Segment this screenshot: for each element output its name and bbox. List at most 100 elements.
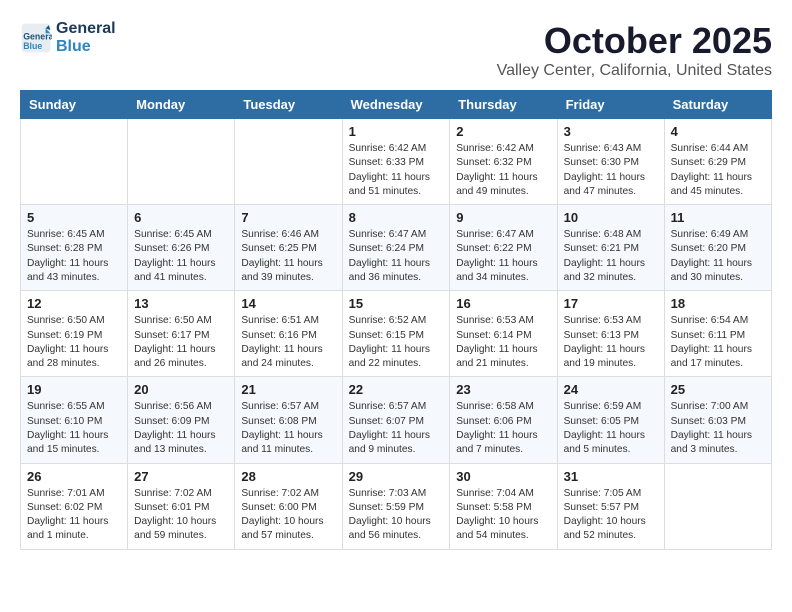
- day-info: Sunrise: 6:47 AM Sunset: 6:24 PM Dayligh…: [349, 228, 444, 285]
- day-info: Sunrise: 6:57 AM Sunset: 6:08 PM Dayligh…: [241, 400, 335, 457]
- calendar-cell: 15 Sunrise: 6:52 AM Sunset: 6:15 PM Dayli…: [342, 291, 450, 377]
- calendar-week-row: 26 Sunrise: 7:01 AM Sunset: 6:02 PM Dayli…: [21, 463, 772, 549]
- calendar-cell: 28Sunrise: 7:02 AM Sunset: 6:00 PM Dayli…: [235, 463, 342, 549]
- day-number: 30: [456, 469, 550, 484]
- day-info: Sunrise: 6:54 AM Sunset: 6:11 PM Dayligh…: [671, 314, 765, 371]
- calendar-cell: 2 Sunrise: 6:42 AM Sunset: 6:32 PM Daylig…: [450, 119, 557, 205]
- day-number: 21: [241, 382, 335, 397]
- calendar-cell: 18Sunrise: 6:54 AM Sunset: 6:11 PM Dayli…: [664, 291, 771, 377]
- day-info: Sunrise: 6:53 AM Sunset: 6:14 PM Dayligh…: [456, 314, 550, 371]
- day-number: 24: [564, 382, 658, 397]
- month-title: October 2025: [497, 20, 772, 62]
- calendar-cell: 20 Sunrise: 6:56 AM Sunset: 6:09 PM Dayli…: [128, 377, 235, 463]
- day-info: Sunrise: 6:47 AM Sunset: 6:22 PM Dayligh…: [456, 228, 550, 285]
- weekday-header: Monday: [128, 91, 235, 119]
- calendar-cell: 16 Sunrise: 6:53 AM Sunset: 6:14 PM Dayli…: [450, 291, 557, 377]
- day-info: Sunrise: 6:59 AM Sunset: 6:05 PM Dayligh…: [564, 400, 658, 457]
- calendar-cell: 26 Sunrise: 7:01 AM Sunset: 6:02 PM Dayli…: [21, 463, 128, 549]
- title-block: October 2025 Valley Center, California, …: [497, 20, 772, 80]
- calendar-cell: 13 Sunrise: 6:50 AM Sunset: 6:17 PM Dayli…: [128, 291, 235, 377]
- logo-line1: General: [56, 20, 116, 38]
- calendar-cell: [235, 119, 342, 205]
- svg-text:Blue: Blue: [23, 41, 42, 51]
- day-number: 19: [27, 382, 121, 397]
- weekday-header: Sunday: [21, 91, 128, 119]
- day-info: Sunrise: 6:58 AM Sunset: 6:06 PM Dayligh…: [456, 400, 550, 457]
- calendar-cell: [21, 119, 128, 205]
- day-number: 10: [564, 210, 658, 225]
- day-info: Sunrise: 6:57 AM Sunset: 6:07 PM Dayligh…: [349, 400, 444, 457]
- calendar-cell: [128, 119, 235, 205]
- day-info: Sunrise: 6:53 AM Sunset: 6:13 PM Dayligh…: [564, 314, 658, 371]
- calendar-cell: [664, 463, 771, 549]
- weekday-header: Wednesday: [342, 91, 450, 119]
- calendar-cell: 5 Sunrise: 6:45 AM Sunset: 6:28 PM Daylig…: [21, 205, 128, 291]
- calendar-cell: 14 Sunrise: 6:51 AM Sunset: 6:16 PM Dayli…: [235, 291, 342, 377]
- calendar-week-row: 12Sunrise: 6:50 AM Sunset: 6:19 PM Dayli…: [21, 291, 772, 377]
- calendar-cell: 7 Sunrise: 6:46 AM Sunset: 6:25 PM Daylig…: [235, 205, 342, 291]
- calendar-cell: 23Sunrise: 6:58 AM Sunset: 6:06 PM Dayli…: [450, 377, 557, 463]
- day-info: Sunrise: 7:00 AM Sunset: 6:03 PM Dayligh…: [671, 400, 765, 457]
- calendar-cell: 12Sunrise: 6:50 AM Sunset: 6:19 PM Dayli…: [21, 291, 128, 377]
- day-info: Sunrise: 6:52 AM Sunset: 6:15 PM Dayligh…: [349, 314, 444, 371]
- day-info: Sunrise: 6:55 AM Sunset: 6:10 PM Dayligh…: [27, 400, 121, 457]
- logo-line2: Blue: [56, 38, 116, 56]
- day-number: 22: [349, 382, 444, 397]
- day-info: Sunrise: 6:48 AM Sunset: 6:21 PM Dayligh…: [564, 228, 658, 285]
- day-number: 15: [349, 296, 444, 311]
- calendar-cell: 11Sunrise: 6:49 AM Sunset: 6:20 PM Dayli…: [664, 205, 771, 291]
- day-info: Sunrise: 6:56 AM Sunset: 6:09 PM Dayligh…: [134, 400, 228, 457]
- weekday-header: Tuesday: [235, 91, 342, 119]
- calendar-cell: 27 Sunrise: 7:02 AM Sunset: 6:01 PM Dayli…: [128, 463, 235, 549]
- calendar-cell: 1Sunrise: 6:42 AM Sunset: 6:33 PM Daylig…: [342, 119, 450, 205]
- day-number: 16: [456, 296, 550, 311]
- day-info: Sunrise: 6:50 AM Sunset: 6:19 PM Dayligh…: [27, 314, 121, 371]
- day-number: 28: [241, 469, 335, 484]
- day-number: 1: [349, 124, 444, 139]
- calendar: SundayMondayTuesdayWednesdayThursdayFrid…: [20, 90, 772, 550]
- day-info: Sunrise: 7:05 AM Sunset: 5:57 PM Dayligh…: [564, 487, 658, 544]
- day-number: 17: [564, 296, 658, 311]
- calendar-cell: 17 Sunrise: 6:53 AM Sunset: 6:13 PM Dayli…: [557, 291, 664, 377]
- calendar-week-row: 19 Sunrise: 6:55 AM Sunset: 6:10 PM Dayli…: [21, 377, 772, 463]
- day-info: Sunrise: 6:51 AM Sunset: 6:16 PM Dayligh…: [241, 314, 335, 371]
- day-info: Sunrise: 6:50 AM Sunset: 6:17 PM Dayligh…: [134, 314, 228, 371]
- day-number: 27: [134, 469, 228, 484]
- logo: General Blue General Blue: [20, 20, 116, 55]
- day-number: 2: [456, 124, 550, 139]
- day-info: Sunrise: 6:44 AM Sunset: 6:29 PM Dayligh…: [671, 142, 765, 199]
- weekday-header: Saturday: [664, 91, 771, 119]
- day-number: 3: [564, 124, 658, 139]
- logo-icon: General Blue: [20, 22, 52, 54]
- day-number: 5: [27, 210, 121, 225]
- calendar-cell: 21 Sunrise: 6:57 AM Sunset: 6:08 PM Dayli…: [235, 377, 342, 463]
- calendar-week-row: 1Sunrise: 6:42 AM Sunset: 6:33 PM Daylig…: [21, 119, 772, 205]
- calendar-cell: 4 Sunrise: 6:44 AM Sunset: 6:29 PM Daylig…: [664, 119, 771, 205]
- day-number: 31: [564, 469, 658, 484]
- day-number: 6: [134, 210, 228, 225]
- calendar-cell: 3Sunrise: 6:43 AM Sunset: 6:30 PM Daylig…: [557, 119, 664, 205]
- day-info: Sunrise: 7:02 AM Sunset: 6:01 PM Dayligh…: [134, 487, 228, 544]
- day-number: 7: [241, 210, 335, 225]
- calendar-cell: 9 Sunrise: 6:47 AM Sunset: 6:22 PM Daylig…: [450, 205, 557, 291]
- day-info: Sunrise: 6:45 AM Sunset: 6:28 PM Dayligh…: [27, 228, 121, 285]
- day-number: 26: [27, 469, 121, 484]
- calendar-week-row: 5 Sunrise: 6:45 AM Sunset: 6:28 PM Daylig…: [21, 205, 772, 291]
- location-title: Valley Center, California, United States: [497, 62, 772, 80]
- day-info: Sunrise: 6:46 AM Sunset: 6:25 PM Dayligh…: [241, 228, 335, 285]
- day-number: 25: [671, 382, 765, 397]
- day-number: 13: [134, 296, 228, 311]
- weekday-header: Thursday: [450, 91, 557, 119]
- calendar-cell: 8Sunrise: 6:47 AM Sunset: 6:24 PM Daylig…: [342, 205, 450, 291]
- day-number: 29: [349, 469, 444, 484]
- day-number: 20: [134, 382, 228, 397]
- calendar-cell: 6 Sunrise: 6:45 AM Sunset: 6:26 PM Daylig…: [128, 205, 235, 291]
- calendar-header-row: SundayMondayTuesdayWednesdayThursdayFrid…: [21, 91, 772, 119]
- day-number: 4: [671, 124, 765, 139]
- day-info: Sunrise: 7:01 AM Sunset: 6:02 PM Dayligh…: [27, 487, 121, 544]
- day-info: Sunrise: 6:45 AM Sunset: 6:26 PM Dayligh…: [134, 228, 228, 285]
- day-number: 14: [241, 296, 335, 311]
- day-number: 9: [456, 210, 550, 225]
- day-info: Sunrise: 6:42 AM Sunset: 6:32 PM Dayligh…: [456, 142, 550, 199]
- day-info: Sunrise: 7:04 AM Sunset: 5:58 PM Dayligh…: [456, 487, 550, 544]
